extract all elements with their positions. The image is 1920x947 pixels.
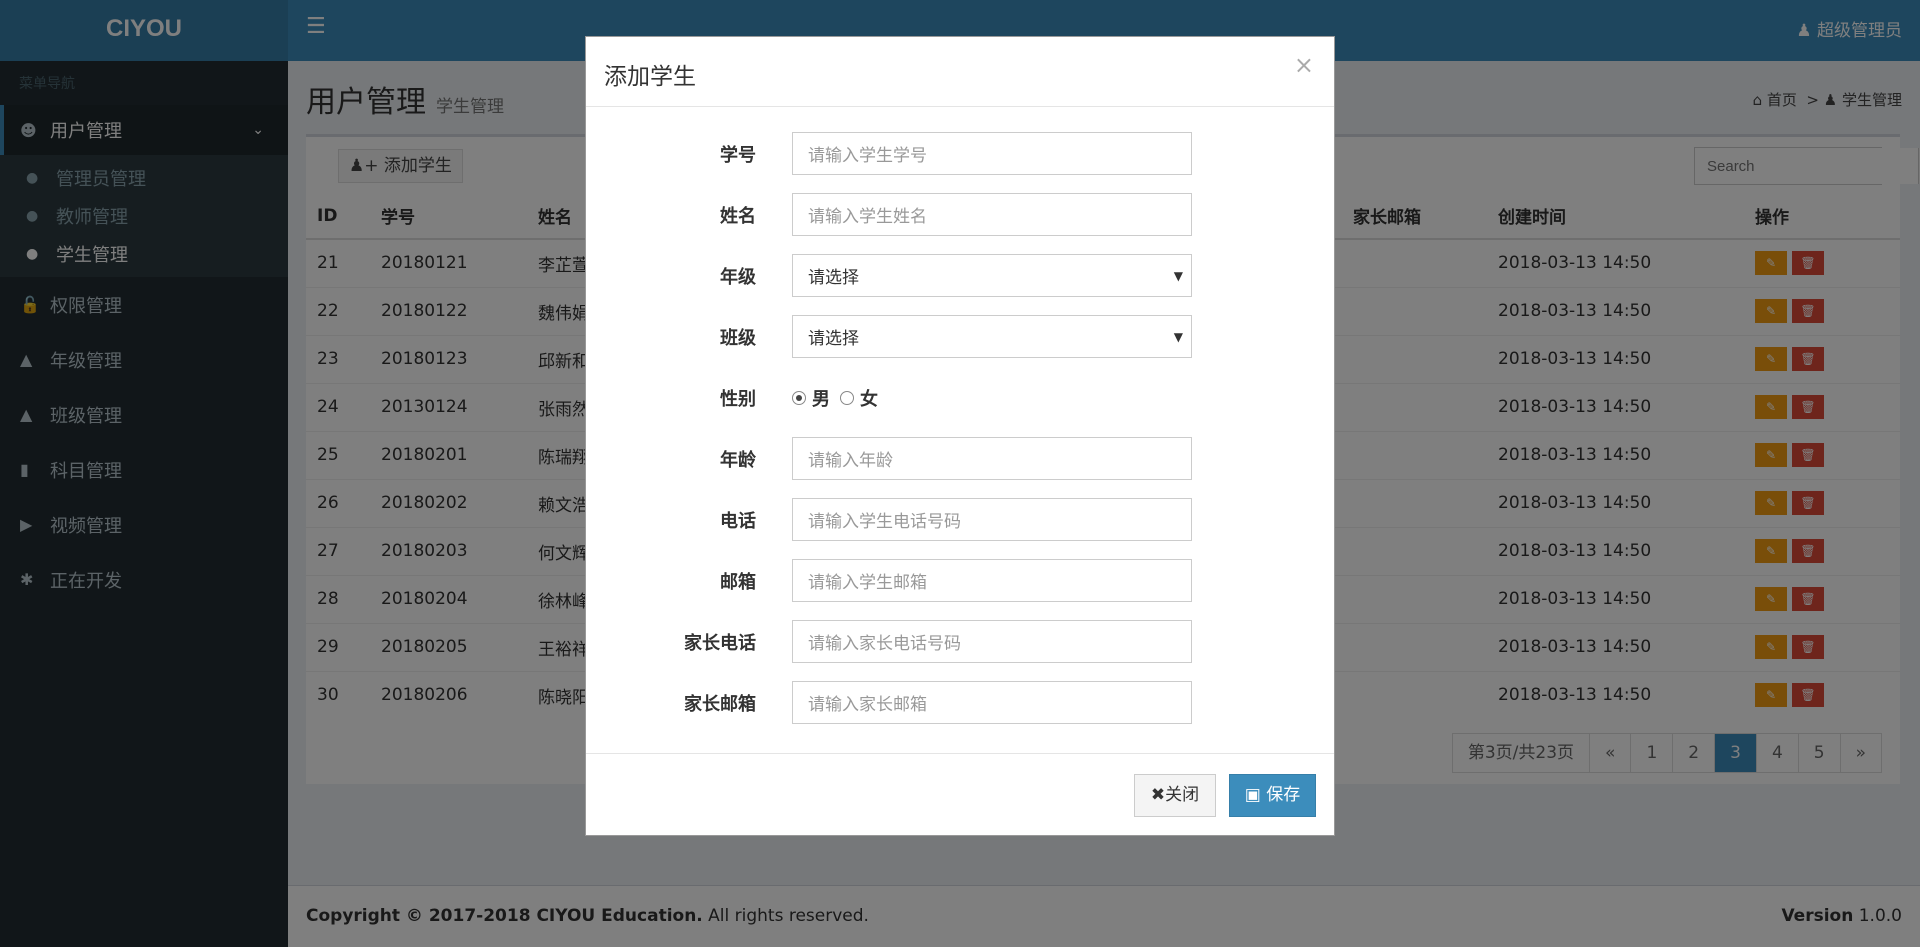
- add-student-modal: 添加学生 × 学号 请输入学生学号 姓名 请输入学生姓名 年级 请选择 ▼ 班级 请选择 ▼…: [585, 36, 1335, 836]
- field-label: 邮箱: [720, 571, 756, 593]
- radio-label: 男: [812, 388, 830, 410]
- field-parent-email: 家长邮箱 请输入家长邮箱: [586, 672, 1334, 733]
- field-label: 年级: [720, 266, 756, 288]
- modal-header: 添加学生: [586, 37, 1334, 107]
- field-email: 邮箱 请输入学生邮箱: [586, 550, 1334, 611]
- field-student-no: 学号 请输入学生学号: [586, 123, 1334, 184]
- gender-radios: 男 女: [792, 385, 878, 411]
- field-parent-phone: 家长电话 请输入家长电话号码: [586, 611, 1334, 672]
- parent-email-input[interactable]: 请输入家长邮箱: [792, 681, 1192, 724]
- field-label: 姓名: [720, 205, 756, 227]
- field-label: 电话: [720, 510, 756, 532]
- field-label: 年龄: [720, 449, 756, 471]
- modal-body: 学号 请输入学生学号 姓名 请输入学生姓名 年级 请选择 ▼ 班级 请选择 ▼ 性别 男 女…: [586, 107, 1334, 749]
- close-button-label: 关闭: [1165, 785, 1200, 805]
- field-grade: 年级 请选择 ▼: [586, 245, 1334, 306]
- field-age: 年龄 请输入年龄: [586, 428, 1334, 489]
- email-input[interactable]: 请输入学生邮箱: [792, 559, 1192, 602]
- class-select[interactable]: 请选择 ▼: [792, 315, 1192, 358]
- modal-title: 添加学生: [604, 64, 696, 90]
- modal-footer: ✖关闭 ▣ 保存: [586, 753, 1334, 835]
- field-phone: 电话 请输入学生电话号码: [586, 489, 1334, 550]
- gender-male-radio[interactable]: [792, 390, 806, 405]
- parent-phone-input[interactable]: 请输入家长电话号码: [792, 620, 1192, 663]
- field-class: 班级 请选择 ▼: [586, 306, 1334, 367]
- student-no-input[interactable]: 请输入学生学号: [792, 132, 1192, 175]
- field-label: 家长邮箱: [684, 693, 756, 715]
- close-button[interactable]: ✖关闭: [1134, 774, 1216, 817]
- field-label: 家长电话: [684, 632, 756, 654]
- save-icon: ▣: [1244, 785, 1267, 805]
- save-button-label: 保存: [1266, 785, 1301, 805]
- phone-input[interactable]: 请输入学生电话号码: [792, 498, 1192, 541]
- close-icon[interactable]: ×: [1294, 51, 1314, 79]
- field-label: 班级: [720, 327, 756, 349]
- age-input[interactable]: 请输入年龄: [792, 437, 1192, 480]
- field-label: 性别: [720, 388, 756, 410]
- field-label: 学号: [720, 144, 756, 166]
- select-value: 请选择: [808, 268, 859, 288]
- field-name: 姓名 请输入学生姓名: [586, 184, 1334, 245]
- radio-label: 女: [860, 388, 878, 410]
- caret-down-icon: ▼: [1173, 329, 1183, 344]
- grade-select[interactable]: 请选择 ▼: [792, 254, 1192, 297]
- field-gender: 性别 男 女: [586, 367, 1334, 428]
- name-input[interactable]: 请输入学生姓名: [792, 193, 1192, 236]
- select-value: 请选择: [808, 329, 859, 349]
- caret-down-icon: ▼: [1173, 268, 1183, 283]
- times-icon: ✖: [1150, 785, 1166, 805]
- gender-female-radio[interactable]: [840, 390, 854, 405]
- save-button[interactable]: ▣ 保存: [1229, 774, 1316, 817]
